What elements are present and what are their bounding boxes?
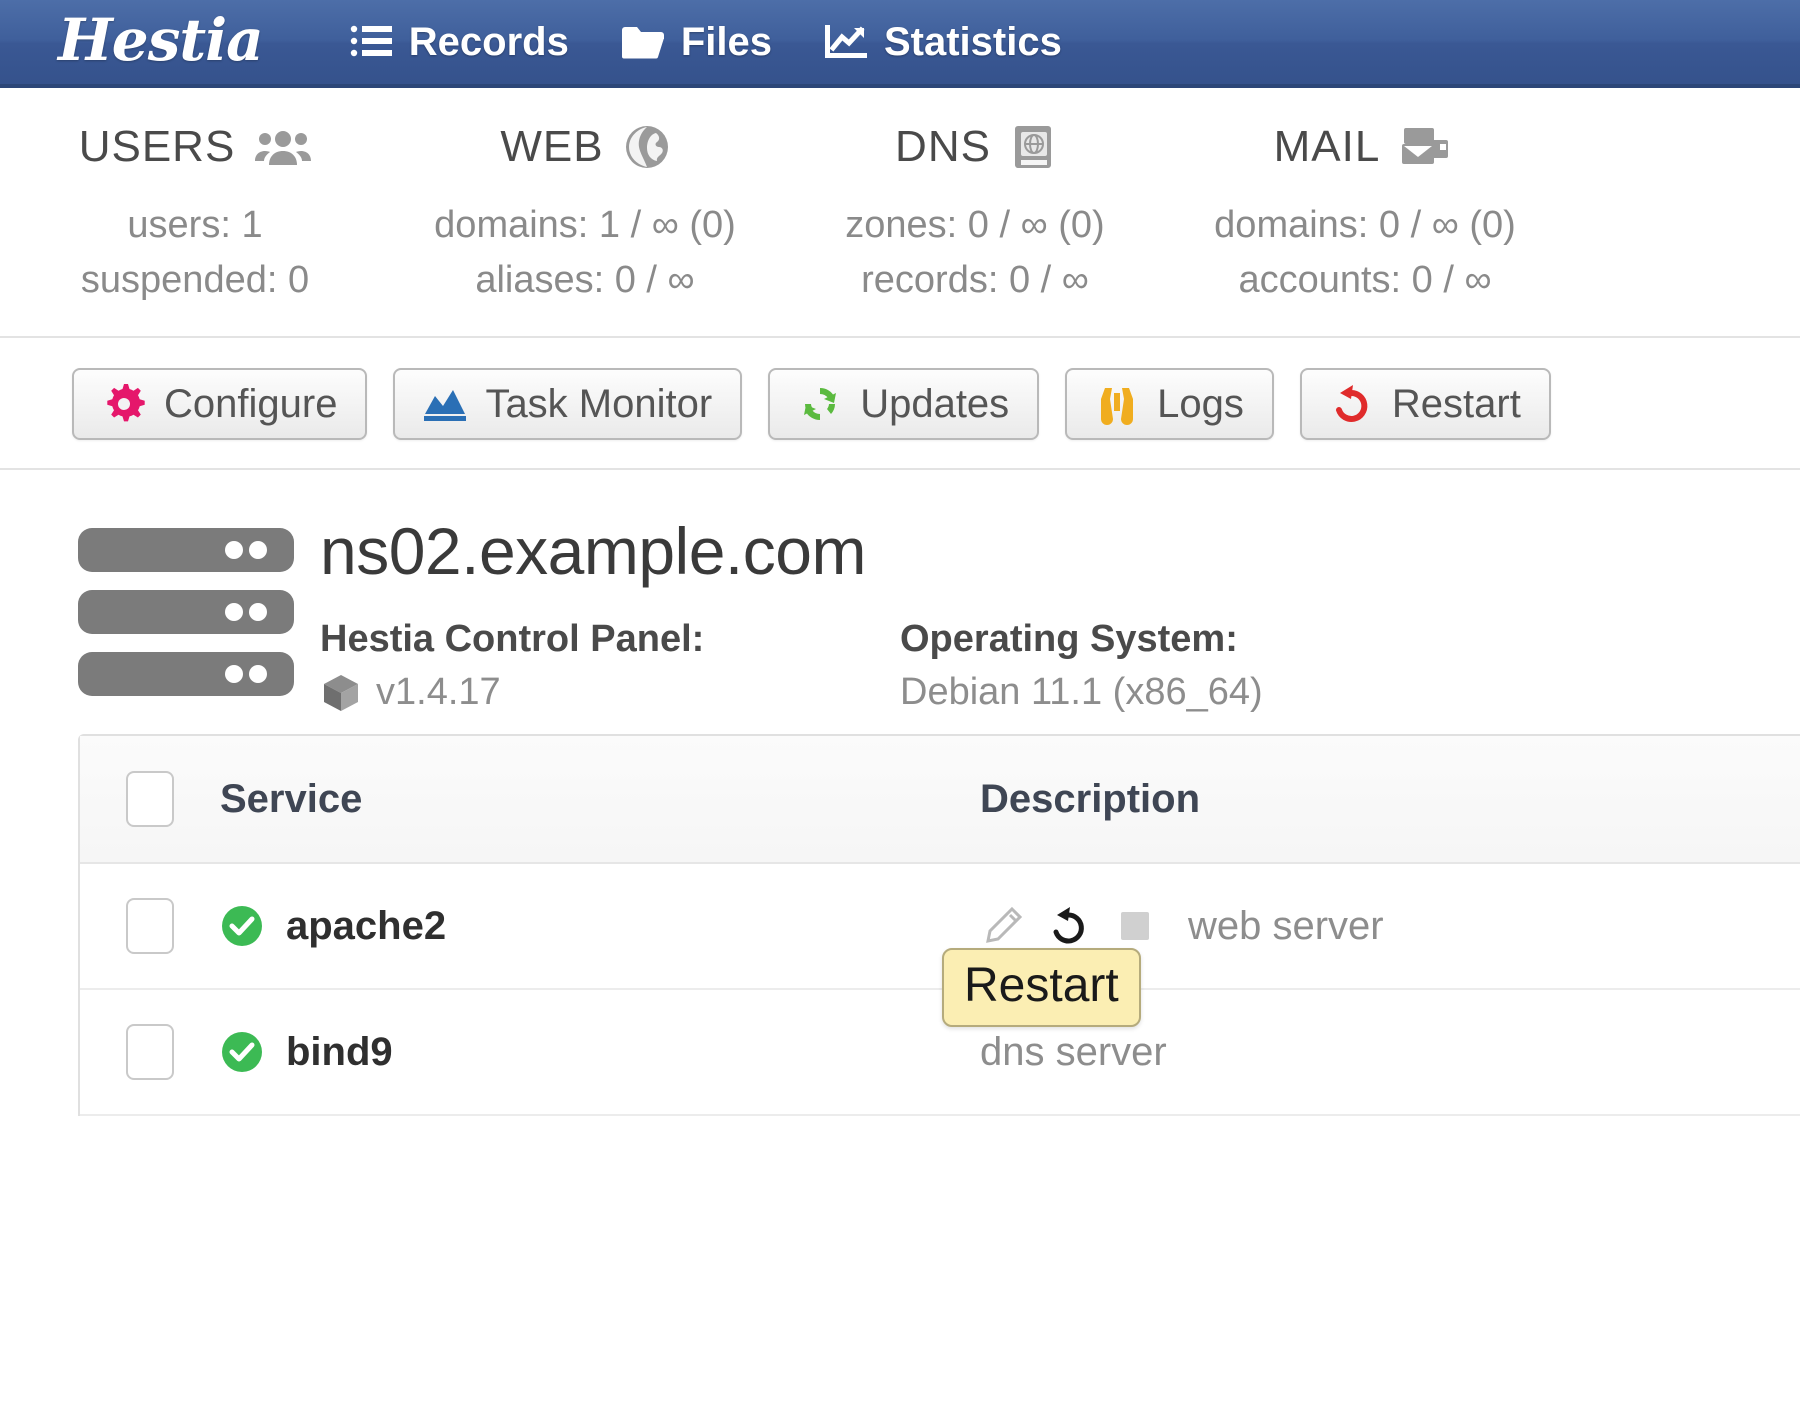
stat-title: MAIL bbox=[1273, 122, 1381, 171]
service-name: apache2 bbox=[286, 903, 447, 948]
stat-line: users: 1 bbox=[127, 204, 263, 246]
row-service-cell: apache2 bbox=[220, 904, 980, 949]
server-rack-icon bbox=[78, 518, 308, 714]
row-service-cell: bind9 bbox=[220, 1030, 980, 1075]
os-label: Operating System: bbox=[900, 618, 1238, 661]
nav-item-statistics[interactable]: Statistics bbox=[798, 14, 1088, 71]
select-all-checkbox[interactable] bbox=[126, 771, 174, 828]
list-icon bbox=[349, 22, 393, 62]
nav-item-label: Statistics bbox=[883, 19, 1062, 64]
row-description-cell: dns server bbox=[980, 1030, 1800, 1075]
row-select-cell bbox=[80, 898, 220, 955]
stats-panel: USERS users: 1 suspended: 0 WEB domains:… bbox=[0, 88, 1800, 339]
action-toolbar: Configure Task Monitor Updates Logs Rest… bbox=[0, 338, 1800, 471]
toolbar-buttons: Configure Task Monitor Updates Logs Rest… bbox=[72, 368, 1800, 441]
button-label: Updates bbox=[860, 381, 1010, 426]
row-select-cell bbox=[80, 1024, 220, 1081]
folder-icon bbox=[621, 22, 665, 62]
server-meta-row: Hestia Control Panel: v1.4.17 Operating … bbox=[320, 618, 1480, 714]
stat-mail-header[interactable]: MAIL bbox=[1170, 122, 1560, 172]
undo-icon bbox=[1330, 382, 1374, 426]
table-row[interactable]: bind9 dns server bbox=[80, 990, 1800, 1117]
panel-label: Hestia Control Panel: bbox=[320, 618, 705, 661]
stat-line: domains: 0 / ∞ (0) bbox=[1214, 204, 1516, 246]
configure-button[interactable]: Configure bbox=[72, 368, 368, 441]
service-description: web server bbox=[1188, 903, 1384, 948]
service-name: bind9 bbox=[286, 1029, 393, 1074]
top-navbar: Hestia Records Files Statistics bbox=[0, 0, 1800, 88]
stat-line: accounts: 0 / ∞ bbox=[1238, 259, 1492, 302]
hostname: ns02.example.com bbox=[320, 514, 866, 589]
logs-button[interactable]: Logs bbox=[1065, 368, 1274, 441]
nav-item-label: Records bbox=[408, 19, 569, 64]
stat-dns-header[interactable]: DNS bbox=[780, 122, 1170, 172]
dns-book-icon bbox=[1011, 124, 1055, 170]
hestia-logo[interactable]: Hestia bbox=[58, 11, 264, 69]
stat-line: domains: 1 / ∞ (0) bbox=[434, 204, 736, 246]
users-icon bbox=[255, 127, 312, 167]
panel-version-block: Hestia Control Panel: v1.4.17 bbox=[320, 618, 900, 714]
stat-title: USERS bbox=[78, 122, 236, 171]
stat-column-dns: DNS zones: 0 / ∞ (0) records: 0 / ∞ bbox=[780, 122, 1170, 308]
updates-button[interactable]: Updates bbox=[768, 368, 1040, 441]
stat-users-header[interactable]: USERS bbox=[0, 122, 390, 172]
stat-line: aliases: 0 / ∞ bbox=[475, 259, 695, 302]
stat-column-mail: MAIL domains: 0 / ∞ (0) accounts: 0 / ∞ bbox=[1170, 122, 1560, 308]
stats-row: USERS users: 1 suspended: 0 WEB domains:… bbox=[0, 122, 1560, 308]
nav-item-label: Files bbox=[680, 19, 772, 64]
nav-item-records[interactable]: Records bbox=[323, 14, 595, 71]
restart-tooltip: Restart bbox=[942, 948, 1141, 1028]
services-table: Service Description apache2 web server R… bbox=[78, 734, 1800, 1117]
chart-line-icon bbox=[824, 22, 868, 62]
services-table-header: Service Description bbox=[80, 736, 1800, 865]
edit-icon[interactable] bbox=[980, 903, 1026, 949]
chart-area-icon bbox=[423, 382, 467, 426]
button-label: Task Monitor bbox=[485, 381, 713, 426]
header-cell-service: Service bbox=[220, 777, 980, 822]
binoculars-icon bbox=[1095, 382, 1139, 426]
os-block: Operating System: Debian 11.1 (x86_64) bbox=[900, 618, 1480, 714]
nav-item-files[interactable]: Files bbox=[595, 14, 798, 71]
button-label: Logs bbox=[1157, 381, 1244, 426]
select-all-cell bbox=[80, 771, 220, 828]
panel-version-text: v1.4.17 bbox=[376, 671, 501, 714]
status-ok-icon bbox=[220, 1030, 264, 1074]
row-description-cell: web server bbox=[980, 903, 1800, 949]
table-row[interactable]: apache2 web server Restart bbox=[80, 864, 1800, 1028]
server-details: ns02.example.com Hestia Control Panel: v… bbox=[308, 518, 1480, 714]
button-label: Configure bbox=[164, 381, 338, 426]
restart-button[interactable]: Restart bbox=[1299, 368, 1551, 441]
cube-icon bbox=[320, 672, 362, 714]
restart-icon[interactable] bbox=[1046, 903, 1092, 949]
refresh-icon bbox=[798, 382, 842, 426]
stop-icon[interactable] bbox=[1112, 903, 1158, 949]
os-value: Debian 11.1 (x86_64) bbox=[900, 671, 1263, 714]
button-label: Restart bbox=[1391, 381, 1521, 426]
stat-web-header[interactable]: WEB bbox=[390, 122, 780, 172]
stat-title: DNS bbox=[895, 122, 991, 171]
column-header-label: Description bbox=[980, 776, 1201, 821]
task-monitor-button[interactable]: Task Monitor bbox=[393, 368, 743, 441]
column-header-label: Service bbox=[220, 776, 363, 821]
stat-line: zones: 0 / ∞ (0) bbox=[845, 204, 1105, 246]
panel-version-value: v1.4.17 bbox=[320, 671, 900, 714]
services-table-wrap: Service Description apache2 web server R… bbox=[0, 734, 1800, 1117]
service-description: dns server bbox=[980, 1029, 1167, 1074]
header-cell-description: Description bbox=[980, 777, 1800, 822]
stat-title: WEB bbox=[500, 122, 604, 171]
globe-icon bbox=[624, 124, 670, 170]
row-checkbox[interactable] bbox=[126, 1024, 174, 1081]
row-checkbox[interactable] bbox=[126, 898, 174, 955]
stat-line: suspended: 0 bbox=[80, 259, 310, 302]
stat-line: records: 0 / ∞ bbox=[861, 259, 1089, 302]
mail-icon bbox=[1400, 124, 1456, 170]
server-info-block: ns02.example.com Hestia Control Panel: v… bbox=[0, 470, 1800, 735]
stat-column-users: USERS users: 1 suspended: 0 bbox=[0, 122, 390, 308]
row-action-buttons bbox=[980, 903, 1158, 949]
nav-menu: Records Files Statistics bbox=[323, 14, 1088, 71]
status-ok-icon bbox=[220, 904, 264, 948]
stat-column-web: WEB domains: 1 / ∞ (0) aliases: 0 / ∞ bbox=[390, 122, 780, 308]
gear-icon bbox=[102, 382, 146, 426]
